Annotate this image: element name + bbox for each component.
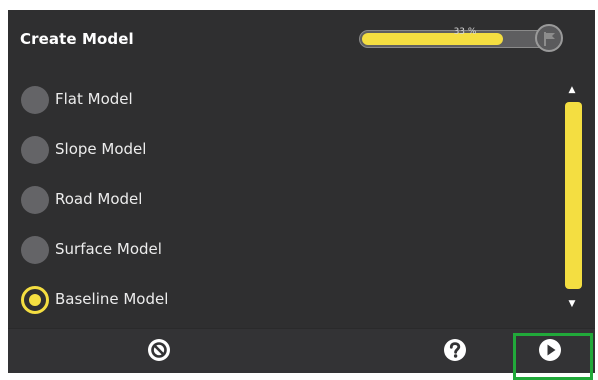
model-option-flat[interactable]: Flat Model bbox=[8, 77, 548, 121]
model-list: Flat Model Slope Model Road Model Surfac… bbox=[8, 77, 568, 327]
model-option-label: Baseline Model bbox=[55, 290, 169, 308]
model-option-label: Road Model bbox=[55, 190, 143, 208]
model-option-label: Surface Model bbox=[55, 240, 162, 258]
finish-button[interactable] bbox=[535, 24, 563, 52]
radio-button[interactable] bbox=[21, 186, 49, 214]
model-option-surface[interactable]: Surface Model bbox=[8, 227, 548, 271]
header: Create Model 33 % bbox=[8, 10, 595, 74]
scrollbar-thumb[interactable] bbox=[565, 102, 582, 289]
create-model-screen: Create Model 33 % Flat Model Slope Model bbox=[8, 10, 595, 380]
progress-indicator: 33 % bbox=[359, 24, 565, 54]
cancel-button[interactable] bbox=[144, 335, 174, 365]
radio-button[interactable] bbox=[21, 286, 49, 314]
help-icon bbox=[444, 339, 466, 361]
flag-icon bbox=[544, 32, 555, 46]
scroll-down-arrow-icon[interactable]: ▼ bbox=[565, 299, 579, 311]
radio-button[interactable] bbox=[21, 86, 49, 114]
cancel-icon bbox=[148, 339, 170, 361]
model-option-road[interactable]: Road Model bbox=[8, 177, 548, 221]
model-option-label: Flat Model bbox=[55, 90, 133, 108]
model-option-slope[interactable]: Slope Model bbox=[8, 127, 548, 171]
footer-toolbar bbox=[8, 328, 595, 373]
progress-label: 33 % bbox=[453, 27, 477, 37]
next-button-highlight bbox=[513, 333, 593, 380]
scroll-up-arrow-icon[interactable]: ▲ bbox=[565, 85, 579, 97]
help-button[interactable] bbox=[440, 335, 470, 365]
page-title: Create Model bbox=[20, 30, 134, 48]
radio-button[interactable] bbox=[21, 236, 49, 264]
model-option-label: Slope Model bbox=[55, 140, 147, 158]
model-option-baseline[interactable]: Baseline Model bbox=[8, 277, 548, 321]
radio-button[interactable] bbox=[21, 136, 49, 164]
